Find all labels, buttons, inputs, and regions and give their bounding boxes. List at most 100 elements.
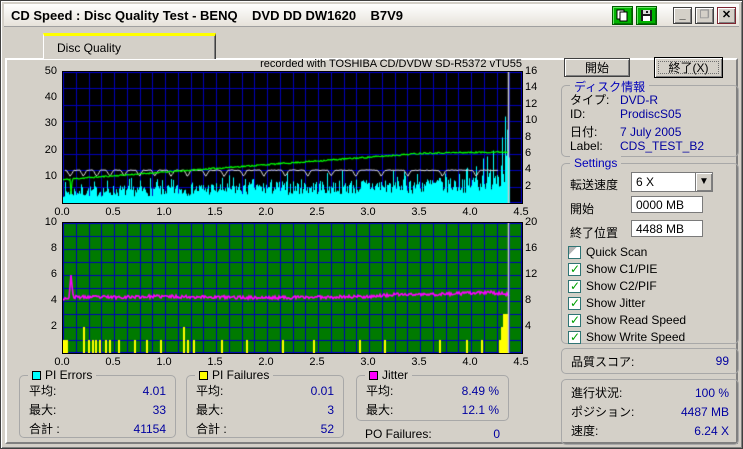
show-read-speed-label: Show Read Speed: [586, 313, 687, 327]
pi-errors-caption-text: PI Errors: [45, 368, 93, 382]
show-c2-pif-checkbox-box[interactable]: [568, 279, 581, 293]
checkbox-show-read-speed[interactable]: Show Read Speed: [568, 313, 686, 327]
disc-id-value: ProdiscS05: [620, 107, 682, 121]
axis-tick-label: 4.0: [462, 356, 478, 368]
disc-label-row: Label: CDS_TEST_B2: [570, 139, 732, 153]
disc-type-value: DVD-R: [620, 92, 658, 107]
pi-errors-swatch: [32, 370, 41, 380]
end-pos-field[interactable]: 4488 MB: [631, 220, 703, 237]
axis-tick-label: 2.0: [258, 356, 274, 368]
jitter-swatch: [369, 370, 378, 380]
position-label: ポジション:: [571, 405, 635, 419]
tab-disc-quality[interactable]: Disc Quality: [43, 33, 216, 59]
tab-label: Disc Quality: [57, 40, 122, 55]
disc-info-group: ディスク情報 タイプ: DVD-R ID: ProdiscS05 日付: 7 J…: [561, 78, 739, 157]
end-pos-label: 終了位置: [570, 226, 619, 240]
axis-tick-label: 3.5: [411, 206, 427, 218]
floppy-save-icon[interactable]: [636, 5, 657, 25]
checkbox-show-c1-pie[interactable]: Show C1/PIE: [568, 262, 657, 276]
disc-date-value: 7 July 2005: [620, 124, 682, 139]
pi-errors-max-row: 最大: 33: [20, 400, 175, 419]
speed-label-bottom: 速度:: [571, 424, 599, 438]
jitter-max-value: 12.1 %: [461, 402, 499, 417]
axis-tick-label: 3.0: [360, 356, 376, 368]
pi-failures-total-label: 合計 :: [196, 422, 227, 436]
show-jitter-checkbox-box[interactable]: [568, 296, 581, 310]
pi-failures-max-label: 最大:: [196, 403, 224, 417]
speed-select-value: 6 X: [636, 175, 655, 189]
axis-tick-label: 2: [525, 179, 532, 192]
pi-errors-avg-value: 4.01: [142, 383, 166, 398]
axis-tick-label: 14: [525, 81, 538, 94]
pie-speed-chart: [62, 71, 523, 204]
disc-type-label: タイプ:: [570, 93, 610, 107]
axis-tick-label: 2.5: [309, 206, 325, 218]
settings-caption: Settings: [570, 156, 622, 170]
minimize-button[interactable]: _: [673, 6, 692, 24]
jitter-caption-text: Jitter: [382, 368, 409, 382]
axis-tick-label: 12: [525, 97, 538, 110]
pi-failures-max-row: 最大: 3: [187, 400, 343, 419]
jitter-avg-row: 平均: 8.49 %: [357, 381, 508, 400]
show-read-speed-checkbox-box[interactable]: [568, 313, 581, 327]
score-row: 品質スコア: 99: [562, 349, 738, 373]
disc-id-label: ID:: [570, 107, 586, 121]
jitter-max-label: 最大:: [366, 403, 394, 417]
pi-failures-avg-label: 平均:: [196, 384, 224, 398]
disc-type-row: タイプ: DVD-R: [570, 91, 732, 108]
checkbox-show-write-speed[interactable]: Show Write Speed: [568, 330, 685, 344]
jitter-avg-value: 8.49 %: [461, 383, 499, 398]
jitter-caption: Jitter: [365, 368, 413, 382]
checkbox-quick-scan[interactable]: Quick Scan: [568, 245, 647, 259]
show-write-speed-checkbox-box[interactable]: [568, 330, 581, 344]
copy-pages-icon[interactable]: [612, 5, 633, 25]
maximize-button[interactable]: ❐: [695, 6, 714, 24]
pi-failures-avg-value: 0.01: [310, 383, 334, 398]
speed-select[interactable]: 6 X ▼: [631, 172, 713, 192]
progress-label: 進行状況:: [571, 386, 623, 400]
axis-tick-label: 2.5: [309, 356, 325, 368]
start-pos-field[interactable]: 0000 MB: [631, 196, 703, 213]
pi-errors-max-label: 最大:: [29, 403, 57, 417]
po-failures-value: 0: [493, 426, 500, 441]
pi-failures-total-value: 52: [320, 421, 334, 436]
pif-chart-canvas: [63, 223, 522, 353]
axis-tick-label: 4: [525, 320, 532, 332]
pi-failures-max-value: 3: [327, 402, 334, 417]
exit-button[interactable]: 終了(X): [654, 57, 723, 78]
jitter-avg-label: 平均:: [366, 384, 394, 398]
speed-label: 転送速度: [570, 178, 619, 192]
axis-tick-label: 4: [50, 294, 57, 306]
position-row: ポジション: 4487 MB: [562, 402, 738, 421]
axis-tick-label: 30: [44, 117, 57, 130]
pi-errors-total-value: 41154: [133, 421, 166, 436]
pi-errors-total-row: 合計 : 41154: [20, 419, 175, 438]
pi-errors-max-value: 33: [152, 402, 166, 417]
pi-failures-avg-row: 平均: 0.01: [187, 381, 343, 400]
axis-tick-label: 0.5: [105, 356, 121, 368]
chevron-down-icon[interactable]: ▼: [695, 173, 712, 191]
pi-errors-total-label: 合計 :: [29, 422, 60, 436]
start-button[interactable]: 開始: [564, 58, 630, 77]
copy-icon-glyph: [616, 9, 628, 21]
jitter-max-row: 最大: 12.1 %: [357, 400, 508, 419]
axis-tick-label: 8: [50, 242, 57, 254]
axis-tick-label: 0.5: [105, 206, 121, 218]
checkbox-show-c2-pif[interactable]: Show C2/PIF: [568, 279, 657, 293]
show-c1-pie-label: Show C1/PIE: [586, 262, 658, 276]
show-jitter-label: Show Jitter: [586, 296, 646, 310]
axis-tick-label: 1.0: [156, 356, 172, 368]
axis-tick-label: 20: [44, 143, 57, 156]
pi-failures-total-row: 合計 : 52: [187, 419, 343, 438]
close-button[interactable]: ✕: [717, 6, 736, 24]
show-c1-pie-checkbox-box[interactable]: [568, 262, 581, 276]
show-write-speed-label: Show Write Speed: [586, 330, 686, 344]
axis-tick-label: 4.5: [513, 356, 529, 368]
pi-failures-group: PI Failures 平均: 0.01 最大: 3 合計 : 52: [186, 368, 344, 438]
quick-scan-checkbox-box[interactable]: [568, 245, 581, 259]
pi-failures-caption-text: PI Failures: [212, 368, 270, 382]
show-c2-pif-label: Show C2/PIF: [586, 279, 657, 293]
pi-errors-caption: PI Errors: [28, 368, 97, 382]
checkbox-show-jitter[interactable]: Show Jitter: [568, 296, 645, 310]
axis-tick-label: 12: [525, 268, 538, 280]
